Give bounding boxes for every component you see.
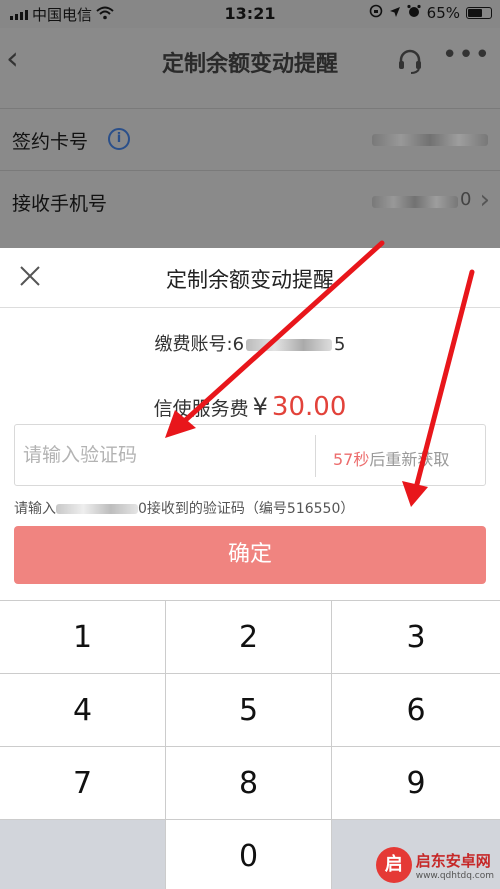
sheet-title: 定制余额变动提醒 [166, 268, 334, 292]
chevron-right-icon: › [479, 185, 490, 215]
info-icon[interactable]: i [108, 128, 130, 150]
background-page: ‹ 定制余额变动提醒 ••• 签约卡号 i 接收手机号 0 › [0, 28, 500, 248]
numeric-keypad: 1 2 3 4 5 6 7 8 9 0 [0, 600, 500, 889]
account-suffix: 5 [334, 334, 346, 355]
resend-code-button[interactable]: 57秒后重新获取 [333, 446, 449, 470]
service-fee: 信使服务费 ¥30.00 [0, 392, 500, 422]
key-8[interactable]: 8 [166, 747, 332, 820]
location-icon [389, 4, 401, 22]
divider [315, 435, 316, 477]
status-right: 65% [369, 4, 492, 22]
key-3[interactable]: 3 [332, 601, 500, 674]
watermark-logo: 启 [375, 847, 412, 883]
row-label: 接收手机号 [12, 193, 108, 215]
page-title: 定制余额变动提醒 [161, 52, 338, 77]
battery-fill [468, 9, 482, 17]
key-9[interactable]: 9 [332, 747, 500, 820]
fee-label: 信使服务费 [153, 398, 249, 420]
alarm-icon [407, 4, 421, 22]
masked-account [246, 339, 333, 351]
key-6[interactable]: 6 [332, 674, 500, 747]
row-card-number: 签约卡号 i [0, 108, 500, 170]
masked-phone [56, 504, 138, 514]
hint-suffix: 0接收到的验证码（编号516550） [138, 501, 355, 517]
more-icon[interactable]: ••• [442, 40, 491, 70]
site-watermark: 启 启东安卓网 www.qdhtdq.com [375, 847, 494, 883]
verification-code-box: 57秒后重新获取 [14, 424, 486, 486]
payment-account: 缴费账号:6 5 [0, 330, 500, 356]
watermark-text: 启东安卓网 www.qdhtdq.com [416, 850, 494, 881]
row-phone-number[interactable]: 接收手机号 0 › [0, 170, 500, 232]
row-label: 签约卡号 [12, 131, 89, 153]
sheet-header: 定制余额变动提醒 [0, 248, 500, 308]
currency-symbol: ¥ [252, 393, 268, 421]
rotation-lock-icon [369, 4, 383, 22]
key-0[interactable]: 0 [166, 820, 332, 889]
masked-card-number [372, 134, 488, 146]
status-bar: 中国电信 13:21 65% [0, 0, 500, 28]
verification-code-input[interactable] [15, 425, 315, 485]
resend-label: 后重新获取 [369, 450, 450, 469]
sms-hint: 请输入 0接收到的验证码（编号516550） [14, 498, 354, 518]
key-2[interactable]: 2 [166, 601, 332, 674]
battery-icon [466, 7, 492, 19]
hint-prefix: 请输入 [14, 501, 56, 517]
key-1[interactable]: 1 [0, 601, 166, 674]
key-5[interactable]: 5 [166, 674, 332, 747]
account-prefix: 6 [232, 334, 245, 355]
headset-icon[interactable] [395, 46, 425, 76]
nav-bar: ‹ 定制余额变动提醒 ••• [0, 28, 500, 92]
phone-visible-suffix: 0 [460, 189, 472, 210]
battery-percent: 65% [426, 4, 460, 22]
masked-phone-number [372, 196, 458, 208]
key-blank-left [0, 820, 166, 889]
fee-amount: 30.00 [271, 392, 347, 422]
account-label: 缴费账号: [154, 334, 233, 355]
watermark-name: 启东安卓网 [415, 851, 491, 870]
watermark-url: www.qdhtdq.com [415, 870, 494, 881]
key-7[interactable]: 7 [0, 747, 166, 820]
confirm-button[interactable]: 确定 [14, 526, 486, 584]
countdown-seconds: 57秒 [333, 450, 370, 469]
key-4[interactable]: 4 [0, 674, 166, 747]
verification-sheet: 定制余额变动提醒 缴费账号:65 信使服务费¥30.00 57秒后重新获取 请输… [0, 248, 500, 889]
